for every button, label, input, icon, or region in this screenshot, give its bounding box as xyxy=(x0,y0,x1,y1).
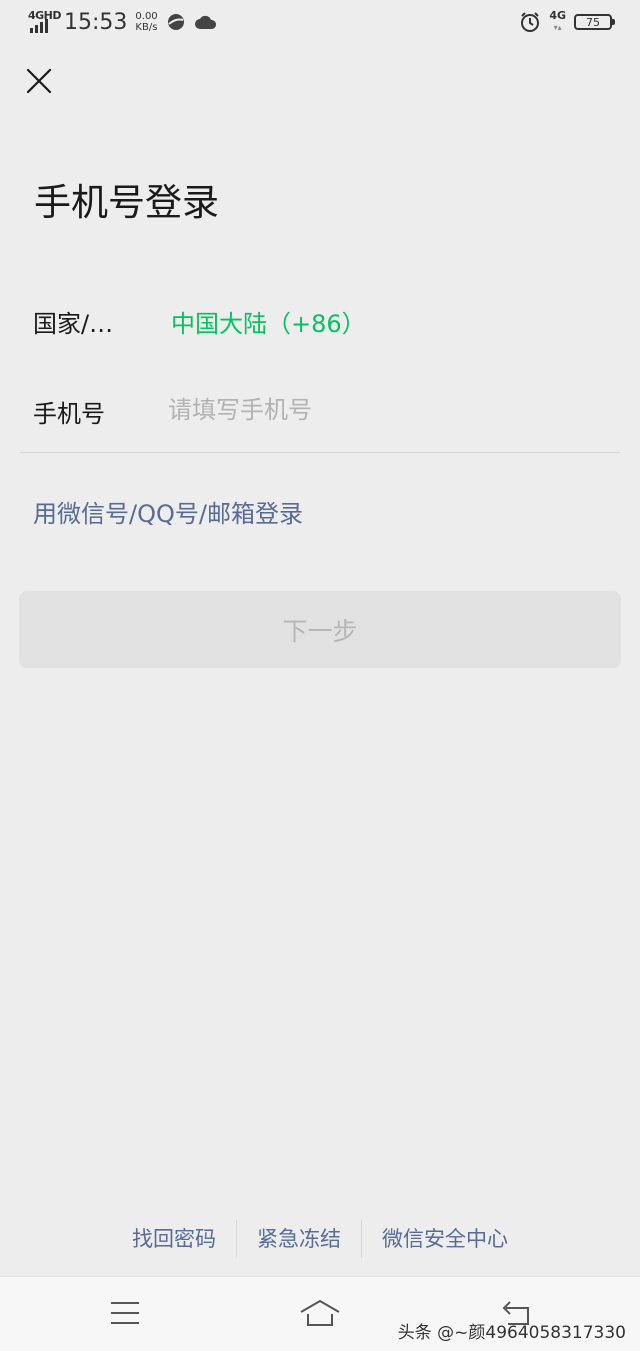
home-button[interactable] xyxy=(295,1291,345,1335)
footer-links: 找回密码 紧急冻结 微信安全中心 xyxy=(0,1218,640,1260)
battery-level: 75 xyxy=(586,15,600,29)
home-icon xyxy=(300,1300,340,1326)
network-speed-value: 0.00 xyxy=(135,11,158,22)
status-time: 15:53 xyxy=(64,9,128,35)
menu-button[interactable] xyxy=(100,1291,150,1335)
cloud-icon xyxy=(194,15,216,29)
status-bar-right: 4G ▾▴ 75 xyxy=(519,8,615,36)
phone-input[interactable] xyxy=(168,390,608,430)
battery-icon: 75 xyxy=(574,14,615,30)
mobile-data-type: 4G xyxy=(549,9,566,22)
country-label: 国家/… xyxy=(33,310,114,338)
alarm-icon xyxy=(521,12,540,32)
status-bar: 4GHD 15:53 0.00 KB/s 4G ▾▴ 75 xyxy=(0,0,640,44)
page-title: 手机号登录 xyxy=(34,181,219,224)
data-arrows-icon: ▾▴ xyxy=(553,23,562,32)
country-selector[interactable]: 中国大陆（+86） xyxy=(171,304,366,339)
divider xyxy=(20,452,620,453)
watermark: 头条 @~颜4964058317330 xyxy=(397,1323,626,1343)
mobile-data-indicator: 4G ▾▴ xyxy=(549,10,566,34)
emergency-freeze-link[interactable]: 紧急冻结 xyxy=(237,1218,361,1260)
globe-icon xyxy=(167,14,184,30)
network-speed-unit: KB/s xyxy=(135,22,158,33)
phone-label: 手机号 xyxy=(33,400,105,428)
recover-password-link[interactable]: 找回密码 xyxy=(112,1218,236,1260)
close-icon xyxy=(26,68,52,94)
status-bar-left: 4GHD 15:53 0.00 KB/s xyxy=(28,8,218,36)
menu-icon xyxy=(111,1302,139,1324)
next-button[interactable]: 下一步 xyxy=(19,591,621,668)
network-speed: 0.00 KB/s xyxy=(135,11,157,33)
close-button[interactable] xyxy=(20,62,58,100)
cellular-signal-icon: 4GHD xyxy=(28,9,62,35)
security-center-link[interactable]: 微信安全中心 xyxy=(362,1218,528,1260)
alt-login-link[interactable]: 用微信号/QQ号/邮箱登录 xyxy=(33,494,303,529)
